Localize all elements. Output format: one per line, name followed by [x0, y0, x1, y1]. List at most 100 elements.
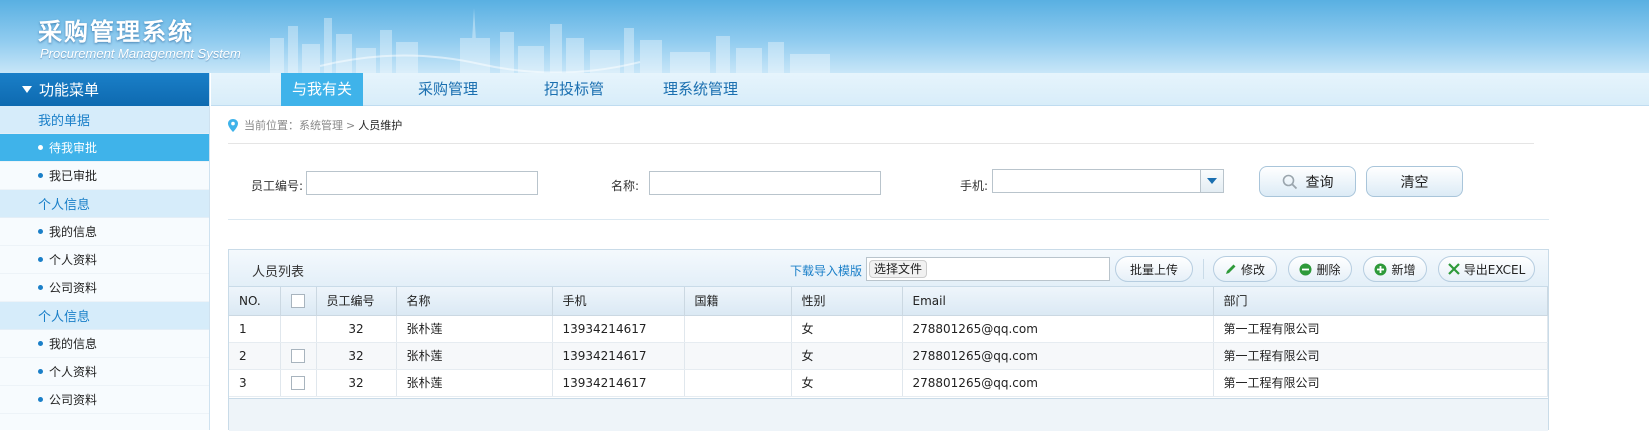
- sidebar-item-label: 公司资料: [49, 281, 98, 295]
- column-header-gender[interactable]: 性别: [791, 287, 903, 316]
- table-header-row: NO. 员工编号 名称 手机 国籍 性别 Email 部门: [229, 287, 1548, 316]
- toolbar-divider: [1203, 259, 1204, 279]
- column-header-select-all[interactable]: [280, 287, 317, 316]
- sidebar-item-company-profile[interactable]: 公司资料: [0, 274, 209, 302]
- name-label: 名称:: [611, 179, 640, 193]
- tab-bidding[interactable]: 招投标管: [533, 73, 615, 106]
- cell-select[interactable]: [280, 315, 317, 343]
- cell-emp-no: 32: [316, 369, 397, 397]
- cell-phone: 13934214617: [552, 315, 685, 343]
- cell-email: 278801265@qq.com: [902, 315, 1214, 343]
- query-button-label: 查询: [1305, 174, 1334, 191]
- cell-email: 278801265@qq.com: [902, 369, 1214, 397]
- table-row[interactable]: 3 32 张朴莲 13934214617 女 278801265@qq.com …: [229, 369, 1548, 397]
- tab-related-to-me[interactable]: 与我有关: [281, 73, 364, 106]
- pencil-icon: [1225, 264, 1236, 274]
- phone-select[interactable]: [992, 169, 1224, 193]
- app-title: 采购管理系统: [38, 18, 194, 46]
- download-template-link[interactable]: 下载导入模版: [790, 262, 862, 279]
- cell-select[interactable]: [280, 342, 317, 370]
- add-button[interactable]: 新增: [1363, 256, 1427, 282]
- sidebar-item-label: 待我审批: [49, 141, 98, 155]
- clear-button[interactable]: 清空: [1366, 166, 1463, 197]
- cell-no: 3: [229, 369, 281, 397]
- bullet-icon: [38, 257, 43, 262]
- app-subtitle: Procurement Management System: [40, 46, 241, 61]
- tab-procurement[interactable]: 采购管理: [407, 73, 489, 106]
- bullet-icon: [38, 285, 43, 290]
- employee-no-input[interactable]: [306, 171, 538, 195]
- column-header-phone[interactable]: 手机: [552, 287, 685, 316]
- sidebar-item-pending-approval[interactable]: 待我审批: [0, 134, 209, 162]
- sidebar-item-my-info-2[interactable]: 我的信息: [0, 330, 209, 358]
- cell-gender: 女: [791, 315, 903, 343]
- delete-button[interactable]: 删除: [1288, 256, 1352, 282]
- sidebar-item-approved[interactable]: 我已审批: [0, 162, 209, 190]
- personnel-list-panel: 人员列表 下载导入模版 选择文件 批量上传 修改 删除 新增 导出EXCEL N…: [228, 249, 1549, 431]
- breadcrumb-current: 人员维护: [358, 119, 403, 132]
- cell-name: 张朴莲: [396, 315, 553, 343]
- bullet-icon: [38, 369, 43, 374]
- cell-name: 张朴莲: [396, 342, 553, 370]
- name-input[interactable]: [649, 171, 881, 195]
- column-header-nationality[interactable]: 国籍: [684, 287, 792, 316]
- sidebar-item-label: 公司资料: [49, 393, 98, 407]
- row-checkbox[interactable]: [291, 348, 305, 363]
- minus-circle-icon: [1299, 263, 1312, 275]
- column-header-emp-no[interactable]: 员工编号: [316, 287, 397, 316]
- sidebar-menu-toggle[interactable]: 功能菜单: [0, 73, 209, 106]
- sidebar-menu-title: 功能菜单: [39, 81, 100, 99]
- clear-button-label: 清空: [1400, 174, 1429, 191]
- app-header: 采购管理系统 Procurement Management System: [0, 0, 1649, 73]
- bullet-icon: [38, 173, 43, 178]
- cell-nationality: [684, 315, 792, 343]
- tab-system-management[interactable]: 理系统管理: [652, 73, 749, 106]
- query-button[interactable]: 查询: [1259, 166, 1356, 197]
- add-label: 新增: [1391, 262, 1416, 277]
- batch-upload-label: 批量上传: [1129, 262, 1178, 277]
- breadcrumb-path[interactable]: 当前位置：系统管理: [244, 117, 343, 133]
- column-header-no[interactable]: NO.: [229, 287, 281, 316]
- row-checkbox[interactable]: [291, 375, 305, 390]
- table-row[interactable]: 1 32 张朴莲 13934214617 女 278801265@qq.com …: [229, 315, 1548, 343]
- select-all-checkbox[interactable]: [291, 294, 305, 308]
- sidebar-item-company-profile-2[interactable]: 公司资料: [0, 386, 209, 414]
- choose-file-button[interactable]: 选择文件: [869, 260, 928, 278]
- sidebar-group-personal-info-2[interactable]: 个人信息: [0, 302, 209, 330]
- cell-nationality: [684, 342, 792, 370]
- column-header-name[interactable]: 名称: [396, 287, 553, 316]
- location-pin-icon: [228, 118, 238, 132]
- column-header-email[interactable]: Email: [902, 287, 1214, 316]
- table-row[interactable]: 2 32 张朴莲 13934214617 女 278801265@qq.com …: [229, 342, 1548, 370]
- cell-emp-no: 32: [316, 315, 397, 343]
- export-excel-button[interactable]: 导出EXCEL: [1438, 256, 1535, 282]
- edit-button[interactable]: 修改: [1213, 256, 1277, 282]
- plus-circle-icon: [1374, 263, 1387, 275]
- table-footer: [229, 398, 1548, 431]
- file-input[interactable]: 选择文件: [866, 257, 1110, 281]
- batch-upload-button[interactable]: 批量上传: [1115, 256, 1193, 282]
- cell-phone: 13934214617: [552, 369, 685, 397]
- cell-select[interactable]: [280, 369, 317, 397]
- column-header-department[interactable]: 部门: [1213, 287, 1548, 316]
- chevron-down-icon[interactable]: [1200, 170, 1223, 192]
- cell-department: 第一工程有限公司: [1213, 369, 1548, 397]
- delete-label: 删除: [1316, 262, 1341, 277]
- divider: [228, 143, 1534, 144]
- sidebar-item-label: 个人资料: [49, 365, 98, 379]
- cell-department: 第一工程有限公司: [1213, 315, 1548, 343]
- sidebar-item-my-info[interactable]: 我的信息: [0, 218, 209, 246]
- sidebar-item-personal-profile[interactable]: 个人资料: [0, 246, 209, 274]
- personnel-table: NO. 员工编号 名称 手机 国籍 性别 Email 部门 1 32 张朴莲 1…: [229, 287, 1548, 397]
- cell-gender: 女: [791, 342, 903, 370]
- list-title: 人员列表: [252, 265, 305, 280]
- sidebar-item-label: 个人资料: [49, 253, 98, 267]
- sidebar-item-label: 我已审批: [49, 169, 98, 183]
- cell-no: 1: [229, 315, 281, 343]
- sidebar-group-my-documents[interactable]: 我的单据: [0, 106, 209, 134]
- cell-department: 第一工程有限公司: [1213, 342, 1548, 370]
- sidebar-item-personal-profile-2[interactable]: 个人资料: [0, 358, 209, 386]
- edit-label: 修改: [1240, 262, 1265, 277]
- sidebar-group-personal-info[interactable]: 个人信息: [0, 190, 209, 218]
- divider: [228, 219, 1549, 220]
